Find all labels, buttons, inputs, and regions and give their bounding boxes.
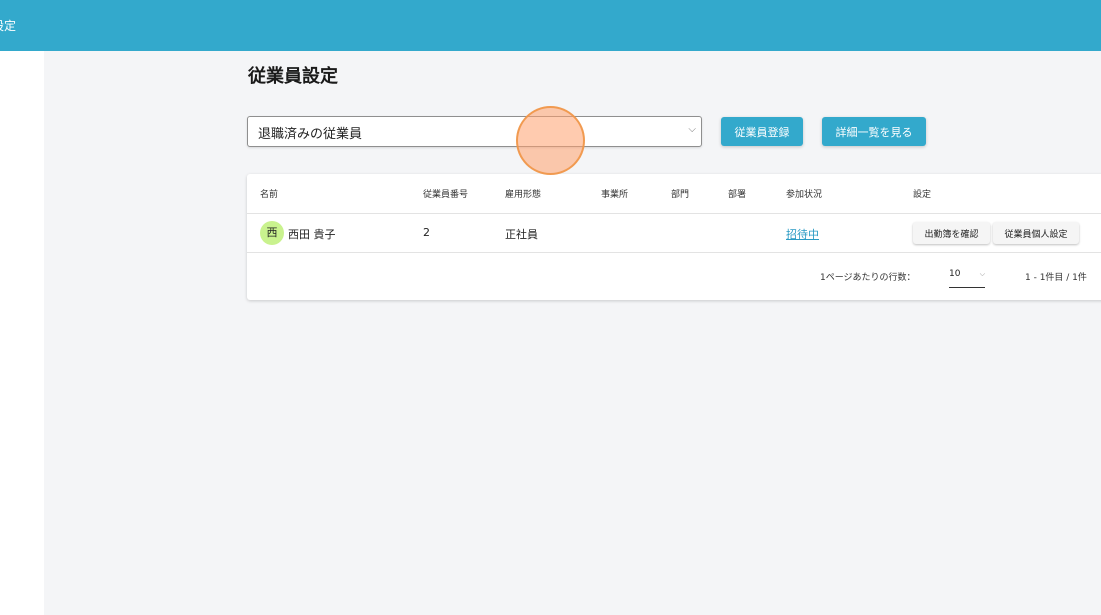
employee-table: 名前 従業員番号 雇用形態 事業所 部門 部署 参加状況 設定 西 西田 貴子 …: [247, 174, 1101, 300]
rows-per-page-label: 1ページあたりの行数：: [820, 273, 916, 283]
employment-type: 正社員: [505, 228, 538, 241]
avatar: 西: [260, 221, 284, 245]
column-header-employee-number: 従業員番号: [423, 190, 469, 200]
chevron-down-icon: ⌵: [979, 270, 985, 278]
register-employee-button[interactable]: 従業員登録: [721, 117, 803, 146]
chevron-down-icon: ⌵: [688, 124, 696, 135]
column-header-office: 事業所: [601, 190, 629, 200]
rows-per-page-value: 10: [949, 269, 961, 279]
employee-personal-settings-button[interactable]: 従業員個人設定: [993, 222, 1079, 244]
employee-filter-value: 退職済みの従業員: [258, 127, 363, 142]
header-clipped-text: 設定: [0, 19, 17, 33]
column-header-employment-type: 雇用形態: [505, 190, 542, 200]
row-divider: [247, 252, 1101, 253]
column-header-division: 部門: [671, 190, 690, 200]
app-header: 設定: [0, 0, 1101, 51]
rows-per-page-select[interactable]: 10 ⌵: [949, 264, 985, 288]
header-divider: [247, 213, 1101, 214]
detail-list-button[interactable]: 詳細一覧を見る: [822, 117, 926, 146]
invite-status-link[interactable]: 招待中: [786, 226, 819, 242]
column-header-department: 部署: [728, 190, 747, 200]
employee-name: 西田 貴子: [288, 228, 336, 241]
column-header-status: 参加状況: [786, 190, 823, 200]
employee-filter-select[interactable]: 退職済みの従業員 ⌵: [247, 116, 702, 147]
sidebar: [0, 51, 44, 615]
employee-number: 2: [423, 226, 430, 239]
column-header-name: 名前: [260, 190, 279, 200]
pagination-range: 1 - 1件目 / 1件: [1025, 273, 1087, 283]
page-title: 従業員設定: [248, 66, 338, 87]
view-timesheet-button[interactable]: 出勤簿を確認: [913, 222, 990, 244]
column-header-settings: 設定: [913, 190, 932, 200]
